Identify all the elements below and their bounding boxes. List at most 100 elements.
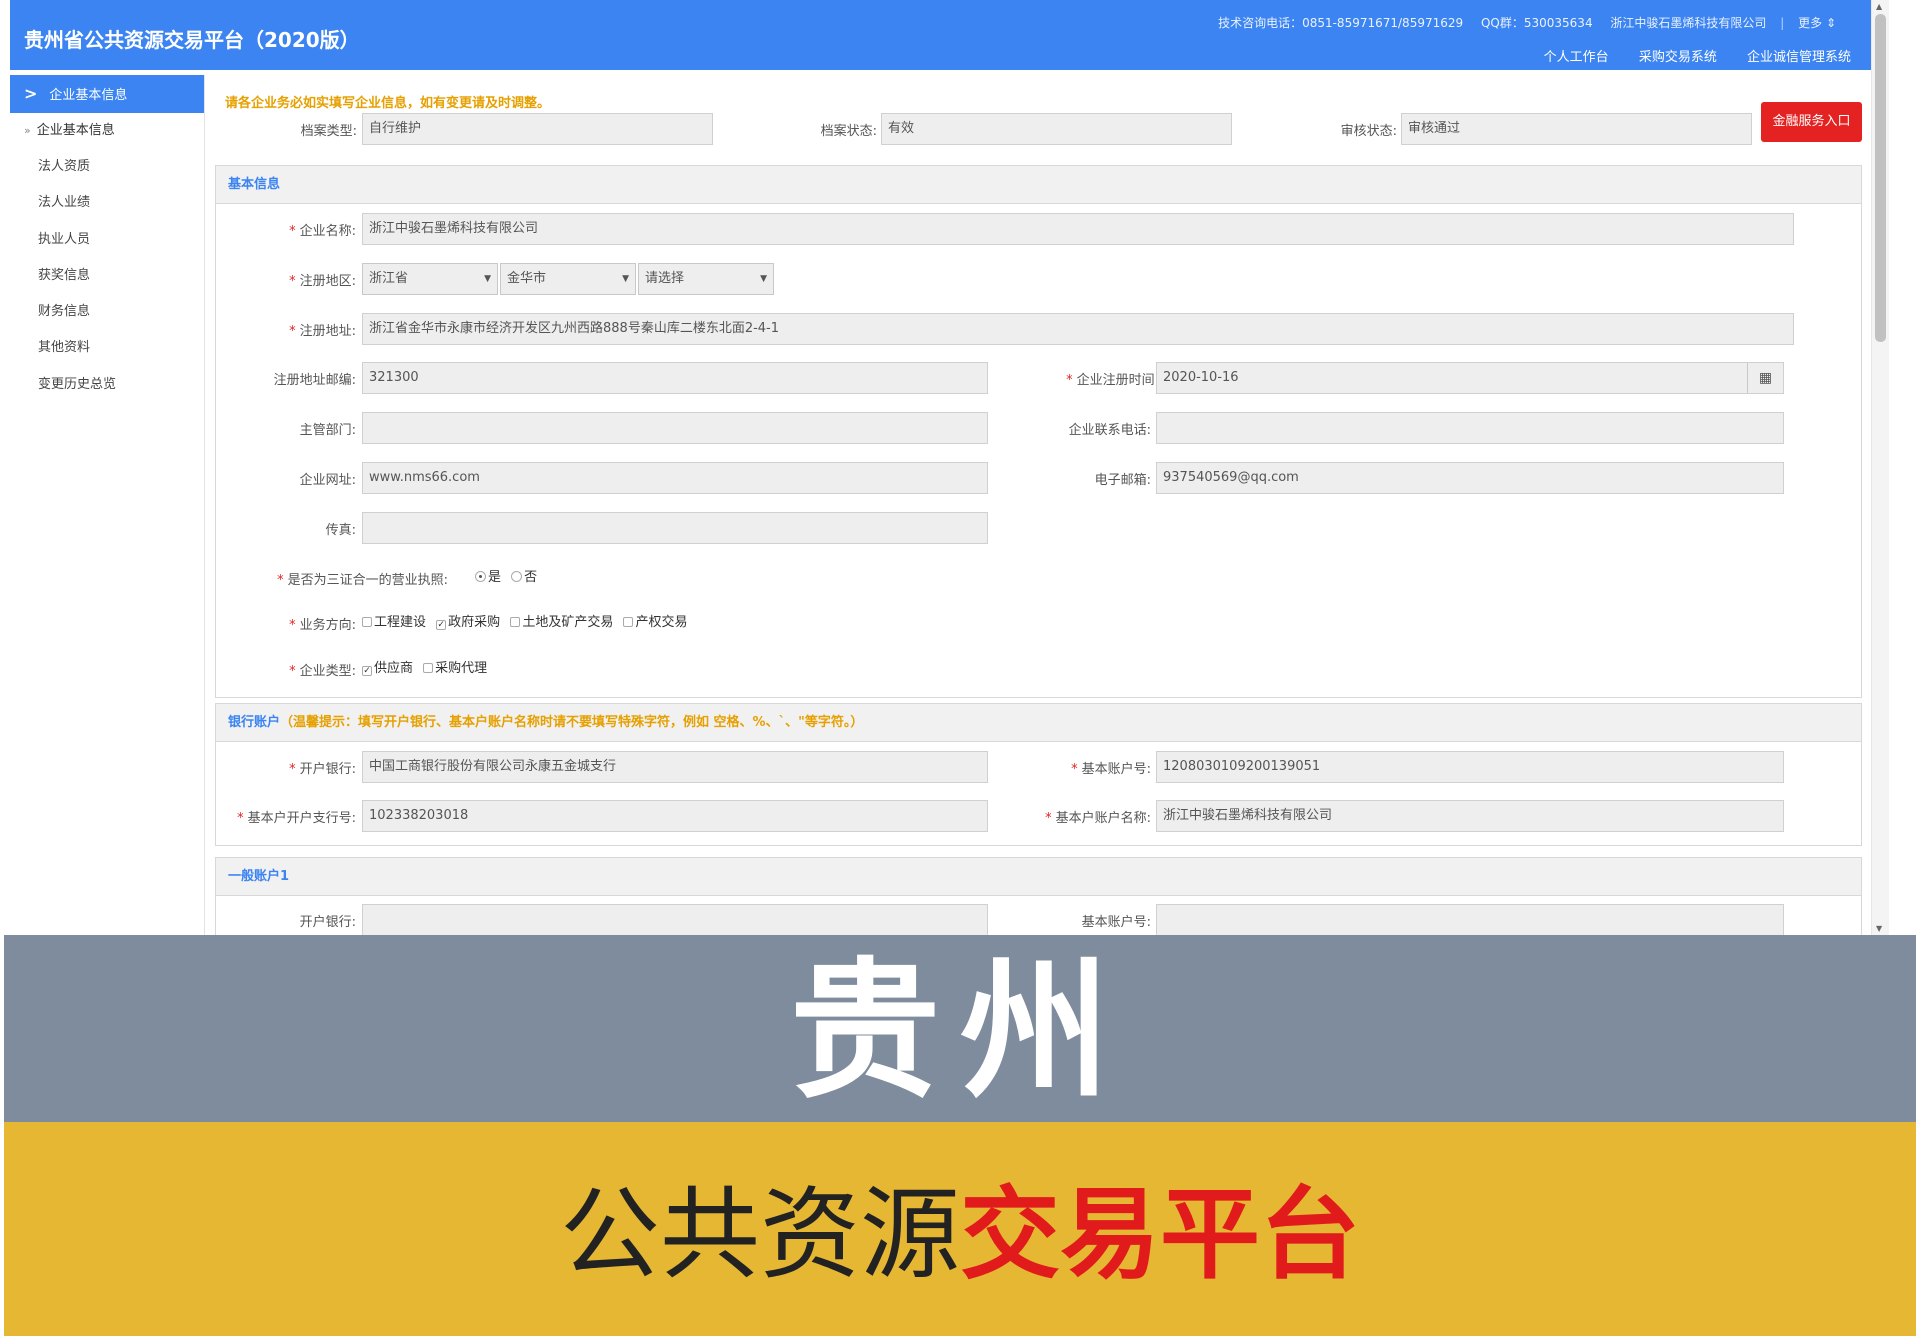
- radio-unchecked[interactable]: [511, 571, 523, 582]
- website-input[interactable]: www.nms66.com: [362, 462, 988, 494]
- platform-title: 贵州省公共资源交易平台（2020版）: [24, 28, 360, 52]
- checkbox[interactable]: [623, 617, 634, 627]
- account-name-input[interactable]: 浙江中骏石墨烯科技有限公司: [1156, 800, 1784, 832]
- banner-sub-red: 交易平台: [960, 1176, 1360, 1293]
- branch-no-input[interactable]: 102338203018: [362, 800, 988, 832]
- email-input[interactable]: 937540569@qq.com: [1156, 462, 1784, 494]
- company-type-label: * 企业类型:: [256, 660, 356, 679]
- header-info: 技术咨询电话：0851-85971671/85971629 QQ群：530035…: [1204, 14, 1836, 31]
- top-header: 贵州省公共资源交易平台（2020版） 技术咨询电话：0851-85971671/…: [10, 0, 1871, 73]
- label-text: 企业注册时间:: [1076, 373, 1159, 388]
- province-select[interactable]: 浙江省 ▼: [362, 263, 498, 295]
- bank-name-input[interactable]: 中国工商银行股份有限公司永康五金城支行: [362, 751, 988, 783]
- dept-input[interactable]: [362, 412, 988, 444]
- qq-group: QQ群：530035634: [1480, 16, 1593, 30]
- company-name-label: * 企业名称:: [256, 220, 356, 239]
- nav-credit-system[interactable]: 企业诚信管理系统: [1746, 46, 1851, 73]
- sidebar-item-history[interactable]: 变更历史总览: [10, 367, 204, 403]
- archive-type-field[interactable]: 自行维护: [362, 113, 713, 145]
- sidebar-header[interactable]: > 企业基本信息: [10, 75, 204, 113]
- general-account-label: 基本账户号:: [1081, 915, 1151, 930]
- review-status-field[interactable]: 审核通过: [1401, 113, 1752, 145]
- label-text: 是否为三证合一的营业执照:: [287, 573, 448, 588]
- notice-text: 请各企业务必如实填写企业信息，如有变更请及时调整。: [225, 96, 551, 111]
- dept-label: 主管部门:: [299, 423, 356, 438]
- license-no-option[interactable]: 否: [511, 570, 537, 585]
- bank-account-title: 银行账户: [228, 715, 281, 730]
- postcode-input[interactable]: 321300: [362, 362, 988, 394]
- account-name-label: * 基本户账户名称:: [1016, 807, 1151, 826]
- sidebar-item-performance[interactable]: 法人业绩: [10, 185, 204, 221]
- archive-status-label: 档案状态:: [820, 124, 877, 139]
- more-menu[interactable]: 更多 ⇕: [1798, 16, 1836, 30]
- fax-label: 传真:: [325, 523, 356, 538]
- nav-procurement-system[interactable]: 采购交易系统: [1639, 46, 1717, 70]
- checkbox[interactable]: [510, 617, 521, 627]
- account-no-input[interactable]: 1208030109200139051: [1156, 751, 1784, 783]
- reg-date-input[interactable]: 2020-10-16 ▦: [1156, 362, 1784, 394]
- company-name[interactable]: 浙江中骏石墨烯科技有限公司: [1610, 16, 1766, 30]
- banner-sub-normal: 公共资源: [560, 1176, 960, 1293]
- sidebar-item-finance[interactable]: 财务信息: [10, 294, 204, 330]
- sidebar-item-label: 企业基本信息: [36, 123, 115, 138]
- vertical-scrollbar[interactable]: ▲ ▼: [1871, 0, 1889, 935]
- company-name-input[interactable]: 浙江中骏石墨烯科技有限公司: [362, 213, 1794, 245]
- top-nav: 个人工作台 采购交易系统 企业诚信管理系统: [1518, 46, 1851, 73]
- sidebar-item-qualification[interactable]: 法人资质: [10, 149, 204, 185]
- required-mark: *: [1045, 811, 1052, 826]
- caret-down-icon: ▼: [622, 274, 629, 284]
- double-chevron-icon: »: [24, 124, 31, 137]
- phone-label: 企业联系电话:: [1068, 423, 1151, 438]
- nav-personal-workbench[interactable]: 个人工作台: [1544, 46, 1609, 70]
- label-text: 基本账户号:: [1081, 762, 1151, 777]
- general-bank-label: 开户银行:: [299, 915, 356, 930]
- city-select[interactable]: 金华市 ▼: [500, 263, 636, 295]
- basic-info-title: 基本信息: [216, 166, 1861, 204]
- scrollbar-thumb[interactable]: [1875, 14, 1886, 342]
- support-phone: 技术咨询电话：0851-85971671/85971629: [1218, 16, 1464, 30]
- phone-input[interactable]: [1156, 412, 1784, 444]
- business-construction-option[interactable]: 工程建设: [362, 615, 426, 630]
- license-yes-option[interactable]: 是: [475, 570, 501, 585]
- account-no-label: * 基本账户号:: [1036, 758, 1151, 777]
- license-radio-group: 是 否: [475, 569, 543, 587]
- business-label: * 业务方向:: [256, 614, 356, 633]
- finance-service-button[interactable]: 金融服务入口: [1761, 102, 1862, 142]
- checkbox-checked[interactable]: ✓: [436, 620, 447, 630]
- required-mark: *: [289, 618, 296, 633]
- district-select[interactable]: 请选择 ▼: [638, 263, 774, 295]
- sidebar-item-staff[interactable]: 执业人员: [10, 222, 204, 258]
- sidebar-item-other[interactable]: 其他资料: [10, 330, 204, 366]
- label-text: 开户银行:: [299, 762, 356, 777]
- fax-input[interactable]: [362, 512, 988, 544]
- type-supplier-option[interactable]: ✓ 供应商: [362, 661, 413, 676]
- region-label: * 注册地区:: [256, 270, 356, 289]
- general-account-input[interactable]: [1156, 904, 1784, 935]
- banner-sub-text: 公共资源交易平台: [4, 1180, 1916, 1290]
- required-mark: *: [1071, 762, 1078, 777]
- address-input[interactable]: 浙江省金华市永康市经济开发区九州西路888号秦山库二楼东北面2-4-1: [362, 313, 1794, 345]
- postcode-label: 注册地址邮编:: [273, 373, 356, 388]
- scroll-down-icon[interactable]: ▼: [1876, 924, 1882, 933]
- scroll-up-icon[interactable]: ▲: [1876, 2, 1882, 11]
- business-land-option[interactable]: 土地及矿产交易: [510, 615, 613, 630]
- business-procurement-option[interactable]: ✓ 政府采购: [436, 615, 500, 630]
- radio-checked[interactable]: [475, 571, 486, 582]
- email-label: 电子邮箱:: [1094, 473, 1151, 488]
- sidebar-item-awards[interactable]: 获奖信息: [10, 258, 204, 294]
- calendar-icon[interactable]: ▦: [1747, 363, 1783, 393]
- bank-account-header: 银行账户（温馨提示：填写开户银行、基本户账户名称时请不要填写特殊字符，例如 空格…: [216, 704, 1861, 742]
- basic-info-panel: 基本信息 * 企业名称: 浙江中骏石墨烯科技有限公司 * 注册地区: 浙江省 ▼ 金华…: [215, 165, 1862, 698]
- checkbox-label: 供应商: [374, 661, 414, 676]
- sidebar-item-basic-info[interactable]: » 企业基本信息: [10, 113, 204, 149]
- general-account-panel: 一般账户1 开户银行: 基本账户号:: [215, 857, 1862, 935]
- checkbox[interactable]: [362, 617, 372, 627]
- checkbox-checked[interactable]: ✓: [362, 666, 372, 676]
- type-agent-option[interactable]: 采购代理: [423, 661, 487, 676]
- business-property-option[interactable]: 产权交易: [623, 615, 687, 630]
- screenshot-region: 贵州省公共资源交易平台（2020版） 技术咨询电话：0851-85971671/…: [0, 0, 1920, 935]
- checkbox[interactable]: [423, 663, 434, 673]
- archive-status-field[interactable]: 有效: [881, 113, 1232, 145]
- general-bank-input[interactable]: [362, 904, 988, 935]
- label-text: 基本户账户名称:: [1055, 811, 1151, 826]
